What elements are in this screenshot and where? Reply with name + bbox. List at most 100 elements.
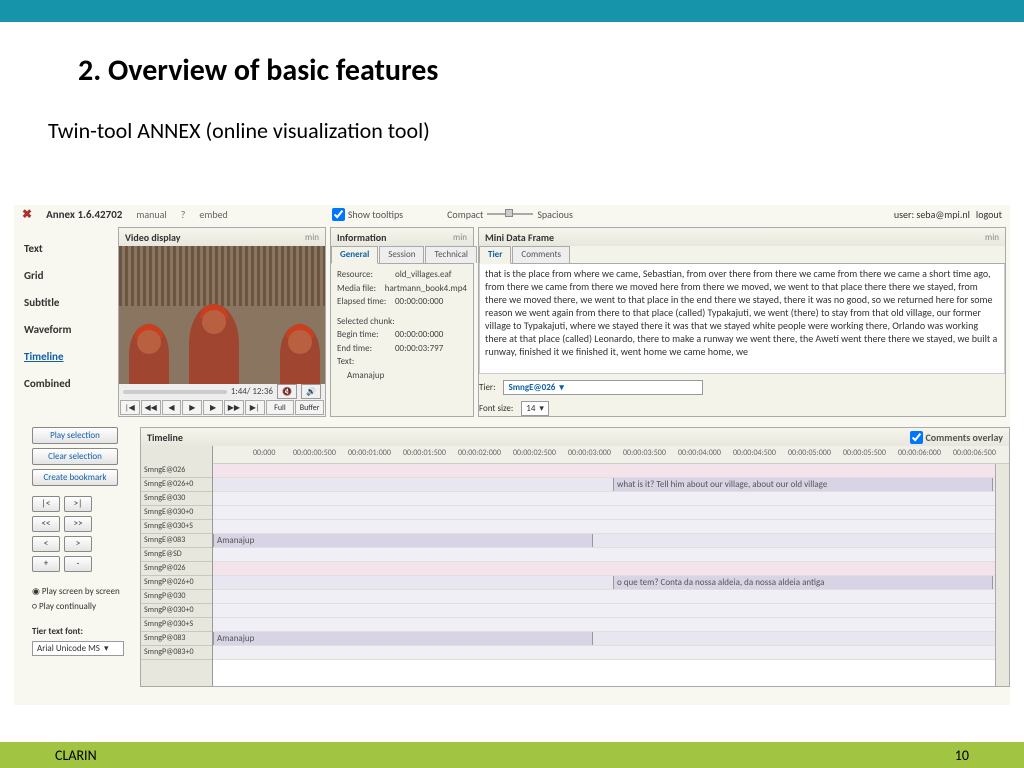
- tab-comments[interactable]: Comments: [512, 246, 570, 263]
- show-tooltips-checkbox[interactable]: Show tooltips: [332, 208, 403, 221]
- app-header: ✖ Annex 1.6.42702 manual ? embed Show to…: [14, 205, 1010, 223]
- tier-label[interactable]: SmngP@030: [141, 590, 212, 604]
- slide-footer: CLARIN 10: [0, 742, 1024, 768]
- zoom-in-button[interactable]: +: [32, 556, 60, 572]
- mute-icon[interactable]: 🔇: [277, 384, 297, 399]
- chevron-down-icon: ▾: [559, 382, 564, 393]
- app-title: Annex 1.6.42702: [46, 208, 122, 221]
- play-icon[interactable]: ▶: [182, 400, 202, 415]
- play-continually-radio[interactable]: ○ Play continually: [32, 599, 128, 614]
- slide-title: 2. Overview of basic features: [78, 52, 1024, 89]
- tier-select[interactable]: SmngE@026▾: [503, 380, 703, 395]
- nav-fwd-button[interactable]: >: [64, 536, 92, 552]
- view-nav: Text Grid Subtitle Waveform Timeline Com…: [18, 227, 114, 417]
- dataframe-text[interactable]: that is the place from where we came, Se…: [479, 264, 1005, 374]
- tier-label[interactable]: SmngE@030+0: [141, 506, 212, 520]
- slide-top-bar: [0, 0, 1024, 22]
- user-label: user: seba@mpi.nl: [894, 208, 970, 221]
- buffer-button[interactable]: Buffer: [295, 400, 324, 415]
- time-ruler: 00:000 00:00:00:500 00:00:01:000 00:00:0…: [213, 446, 1009, 464]
- timeline-grid[interactable]: 00:000 00:00:00:500 00:00:01:000 00:00:0…: [213, 446, 1009, 686]
- density-slider[interactable]: Compact Spacious: [447, 208, 573, 221]
- ffwd-icon[interactable]: ▶▶: [224, 400, 244, 415]
- timeline-panel: Timeline Comments overlay SmngE@026 Smng…: [140, 427, 1010, 687]
- step-back-icon[interactable]: ◀: [162, 400, 182, 415]
- nav-subtitle[interactable]: Subtitle: [22, 289, 110, 316]
- volume-icon[interactable]: 🔊: [301, 384, 321, 399]
- info-body: Resource:old_villages.eaf Media file:har…: [331, 264, 473, 386]
- tier-label[interactable]: SmngE@083: [141, 534, 212, 548]
- embed-link[interactable]: embed: [199, 208, 227, 221]
- annotation-segment[interactable]: Amanajup: [213, 534, 593, 547]
- tier-label[interactable]: SmngP@026+0: [141, 576, 212, 590]
- comments-overlay-checkbox[interactable]: Comments overlay: [910, 431, 1004, 444]
- slide-subtitle: Twin-tool ANNEX (online visualization to…: [48, 117, 1024, 144]
- tier-label[interactable]: SmngE@030+S: [141, 520, 212, 534]
- tier-label[interactable]: SmngE@026+0: [141, 478, 212, 492]
- nav-bigback-button[interactable]: <<: [32, 516, 60, 532]
- tier-label[interactable]: SmngP@083: [141, 632, 212, 646]
- minimize-icon[interactable]: min: [453, 232, 467, 243]
- tier-label[interactable]: SmngE@030: [141, 492, 212, 506]
- tab-tier[interactable]: Tier: [479, 246, 511, 264]
- manual-link[interactable]: manual: [136, 208, 166, 221]
- video-header: Video display: [125, 231, 181, 244]
- nav-back-button[interactable]: <: [32, 536, 60, 552]
- video-progress-slider[interactable]: [123, 390, 227, 394]
- clear-selection-button[interactable]: Clear selection: [32, 448, 118, 465]
- tier-label[interactable]: SmngP@083+0: [141, 646, 212, 660]
- information-panel: Information min General Session Technical…: [330, 227, 474, 417]
- nav-last-button[interactable]: >|: [64, 496, 92, 512]
- play-screen-radio[interactable]: ◉ Play screen by screen: [32, 584, 128, 599]
- nav-first-button[interactable]: |<: [32, 496, 60, 512]
- tier-label[interactable]: SmngP@026: [141, 562, 212, 576]
- full-button[interactable]: Full: [266, 400, 295, 415]
- minimize-icon[interactable]: min: [985, 232, 999, 243]
- tier-font-select[interactable]: Arial Unicode MS▾: [32, 641, 124, 656]
- footer-left: CLARIN: [55, 747, 97, 764]
- nav-combined[interactable]: Combined: [22, 370, 110, 397]
- zoom-out-button[interactable]: -: [64, 556, 92, 572]
- tier-label[interactable]: SmngP@030+0: [141, 604, 212, 618]
- skip-start-icon[interactable]: |◀: [120, 400, 140, 415]
- nav-waveform[interactable]: Waveform: [22, 316, 110, 343]
- fontsize-select[interactable]: 14▾: [521, 401, 549, 416]
- logout-link[interactable]: logout: [976, 208, 1002, 221]
- video-frame[interactable]: [119, 246, 325, 384]
- app-logo-icon: ✖: [22, 207, 32, 222]
- slider-thumb-icon[interactable]: [505, 209, 513, 217]
- rewind-icon[interactable]: ◀◀: [141, 400, 161, 415]
- annotation-segment[interactable]: what is it? Tell him about our village, …: [613, 478, 993, 491]
- nav-text[interactable]: Text: [22, 235, 110, 262]
- dataframe-header: Mini Data Frame: [485, 231, 554, 244]
- help-link[interactable]: ?: [181, 208, 186, 221]
- annotation-segment[interactable]: o que tem? Conta da nossa aldeia, da nos…: [613, 576, 993, 589]
- tier-label[interactable]: SmngE@SD: [141, 548, 212, 562]
- chevron-down-icon: ▾: [539, 403, 544, 414]
- video-panel: Video display min 1:44/ 12:36 🔇 🔊 |◀ ◀◀ ◀…: [118, 227, 326, 417]
- tier-label[interactable]: SmngE@026: [141, 464, 212, 478]
- timeline-header: Timeline: [147, 431, 183, 444]
- info-header: Information: [337, 231, 387, 244]
- tier-label[interactable]: SmngP@030+S: [141, 618, 212, 632]
- tab-session[interactable]: Session: [379, 246, 424, 263]
- footer-page-number: 10: [955, 747, 969, 764]
- nav-timeline[interactable]: Timeline: [22, 343, 110, 370]
- step-fwd-icon[interactable]: ▶: [203, 400, 223, 415]
- nav-grid[interactable]: Grid: [22, 262, 110, 289]
- create-bookmark-button[interactable]: Create bookmark: [32, 469, 118, 486]
- tab-general[interactable]: General: [331, 246, 378, 264]
- skip-end-icon[interactable]: ▶|: [245, 400, 265, 415]
- annex-app: ✖ Annex 1.6.42702 manual ? embed Show to…: [14, 205, 1010, 705]
- vertical-scrollbar[interactable]: [995, 464, 1009, 686]
- sidebar-controls: Play selection Clear selection Create bo…: [32, 427, 128, 656]
- tab-technical[interactable]: Technical: [425, 246, 477, 263]
- play-selection-button[interactable]: Play selection: [32, 427, 118, 444]
- nav-bigfwd-button[interactable]: >>: [64, 516, 92, 532]
- annotation-segment[interactable]: Amanajup: [213, 632, 593, 645]
- minimize-icon[interactable]: min: [305, 232, 319, 243]
- mini-data-frame-panel: Mini Data Frame min Tier Comments that is…: [478, 227, 1006, 417]
- chevron-down-icon: ▾: [104, 643, 109, 654]
- video-time: 1:44/ 12:36: [231, 386, 273, 397]
- tier-labels: SmngE@026 SmngE@026+0 SmngE@030 SmngE@03…: [141, 446, 213, 686]
